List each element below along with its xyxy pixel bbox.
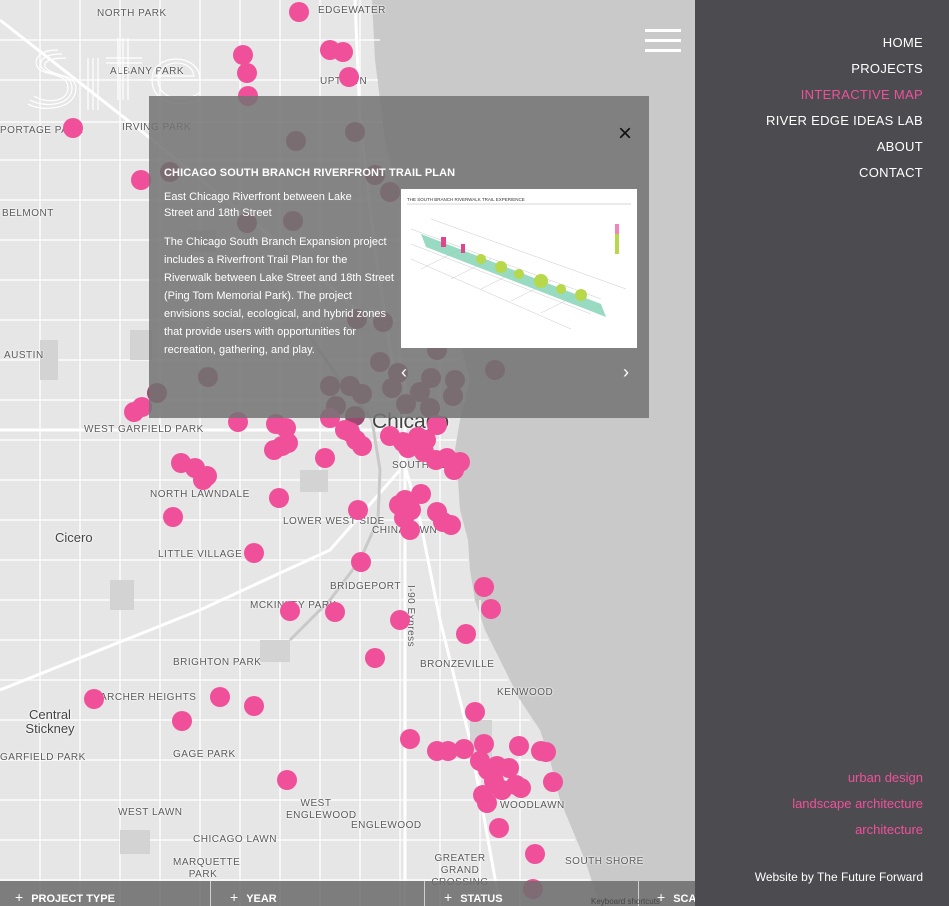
plus-icon: + [444,889,453,905]
filter-scale[interactable]: +SCALE [657,881,695,906]
nav-home[interactable]: HOME [883,35,923,50]
project-pin[interactable] [277,770,297,790]
project-pin[interactable] [477,793,497,813]
plus-icon: + [230,889,239,905]
keyboard-shortcuts-link[interactable]: Keyboard shortcuts [591,897,660,906]
project-pin[interactable] [197,466,217,486]
project-pin[interactable] [131,170,151,190]
project-pin[interactable] [400,520,420,540]
project-pin[interactable] [536,742,556,762]
nav-contact[interactable]: CONTACT [859,165,923,180]
divider [424,881,425,906]
project-popup: × CHICAGO SOUTH BRANCH RIVERFRONT TRAIL … [149,96,649,418]
project-pin[interactable] [233,45,253,65]
filter-year[interactable]: + YEAR [230,881,420,906]
project-pin[interactable] [511,778,531,798]
project-pin[interactable] [441,515,461,535]
filter-project-type[interactable]: + PROJECT TYPE [15,881,205,906]
filter-label: SCALE [673,893,695,905]
project-pin[interactable] [456,624,476,644]
project-pin[interactable] [365,648,385,668]
project-pin[interactable] [400,729,420,749]
project-pin[interactable] [390,610,410,630]
project-pin[interactable] [244,543,264,563]
project-pin[interactable] [352,436,372,456]
project-pin[interactable] [210,687,230,707]
project-pin[interactable] [315,448,335,468]
project-pin[interactable] [351,552,371,572]
sidebar: HOME PROJECTS INTERACTIVE MAP RIVER EDGE… [695,0,949,906]
popup-description: The Chicago South Branch Expansion proje… [164,236,394,356]
project-pin[interactable] [280,601,300,621]
project-pin[interactable] [237,63,257,83]
image-caption: THE SOUTH BRANCH RIVERWALK TRAIL EXPERIE… [407,197,525,202]
project-pin[interactable] [289,2,309,22]
nav-river-edge-ideas-lab[interactable]: RIVER EDGE IDEAS LAB [766,113,923,128]
interactive-map[interactable]: NORTH PARK EDGEWATER ALBANY PARK UPTOWN … [0,0,695,906]
legend-landscape-architecture[interactable]: landscape architecture [792,796,923,811]
project-pin[interactable] [339,67,359,87]
plus-icon: + [15,889,24,905]
project-pin[interactable] [333,42,353,62]
project-pin[interactable] [489,818,509,838]
project-pin[interactable] [525,844,545,864]
project-pin[interactable] [163,507,183,527]
project-pin[interactable] [474,577,494,597]
project-pin[interactable] [543,772,563,792]
nav-projects[interactable]: PROJECTS [851,61,923,76]
filter-label: PROJECT TYPE [31,893,115,905]
project-pin[interactable] [481,599,501,619]
popup-location: East Chicago Riverfront between Lake Str… [164,191,352,219]
filter-label: STATUS [460,893,503,905]
nav-about[interactable]: ABOUT [877,139,923,154]
legend-architecture[interactable]: architecture [855,822,923,837]
popup-title[interactable]: CHICAGO SOUTH BRANCH RIVERFRONT TRAIL PL… [164,167,455,179]
legend-urban-design[interactable]: urban design [848,770,923,785]
prev-arrow-icon[interactable]: ‹ [401,362,407,383]
nav-interactive-map[interactable]: INTERACTIVE MAP [801,87,923,102]
project-pin[interactable] [63,118,83,138]
project-pin[interactable] [264,440,284,460]
site-credit[interactable]: Website by The Future Forward [755,870,923,884]
close-icon[interactable]: × [615,122,635,146]
project-pin[interactable] [444,460,464,480]
project-pin[interactable] [244,696,264,716]
project-pin[interactable] [172,711,192,731]
project-pin[interactable] [509,736,529,756]
project-pin[interactable] [348,500,368,520]
project-pin[interactable] [84,689,104,709]
filter-label: YEAR [246,893,277,905]
next-arrow-icon[interactable]: › [623,362,629,383]
project-pin[interactable] [269,488,289,508]
project-rendering: THE SOUTH BRANCH RIVERWALK TRAIL EXPERIE… [401,189,637,348]
project-pin[interactable] [325,602,345,622]
popup-project-image[interactable]: THE SOUTH BRANCH RIVERWALK TRAIL EXPERIE… [401,189,637,348]
project-pin[interactable] [124,402,144,422]
project-pin[interactable] [465,702,485,722]
menu-hamburger-icon[interactable] [645,29,681,53]
divider [210,881,211,906]
